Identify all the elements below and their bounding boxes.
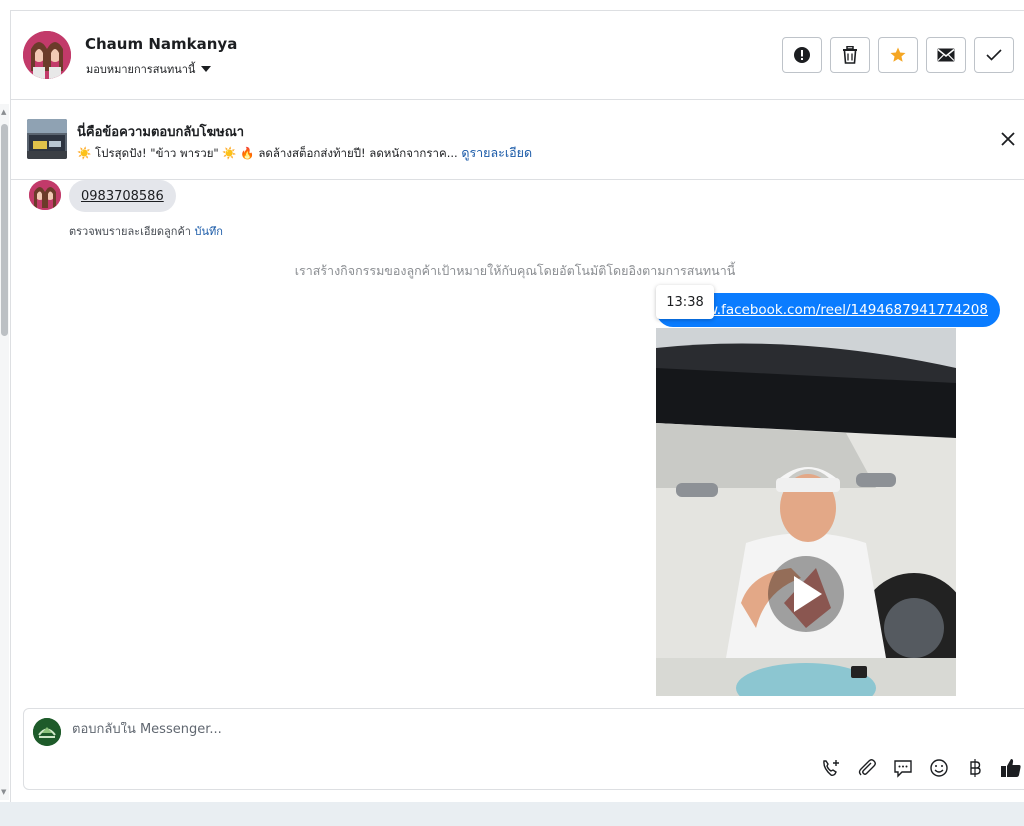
page-avatar bbox=[33, 718, 61, 746]
header-actions bbox=[782, 37, 1014, 73]
mark-unread-button[interactable] bbox=[926, 37, 966, 73]
banner-subtitle-text: ☀️ โปรสุดปัง! "ข้าว พารวย" ☀️ 🔥 ลดล้างสต… bbox=[77, 146, 458, 160]
reply-composer bbox=[23, 708, 1024, 790]
bottom-strip bbox=[0, 802, 1024, 826]
system-note: เราสร้างกิจกรรมของลูกค้าเป้าหมายให้กับคุ… bbox=[294, 263, 736, 278]
scroll-up-arrow[interactable]: ▲ bbox=[1, 108, 6, 116]
reel-link[interactable]: www.facebook.com/reel/1494687941774208 bbox=[685, 302, 988, 318]
scroll-down-arrow[interactable]: ▼ bbox=[1, 788, 6, 796]
thumbs-up-icon[interactable] bbox=[1000, 757, 1022, 779]
close-banner-button[interactable] bbox=[1000, 131, 1016, 147]
assign-label: มอบหมายการสนทนานี้ bbox=[86, 63, 196, 76]
trash-icon bbox=[843, 46, 857, 64]
banner-subtitle: ☀️ โปรสุดปัง! "ข้าว พารวย" ☀️ 🔥 ลดล้างสต… bbox=[77, 143, 532, 163]
timestamp-tooltip: 13:38 bbox=[656, 285, 714, 319]
chat-bubble-icon[interactable] bbox=[892, 757, 914, 779]
star-button[interactable] bbox=[878, 37, 918, 73]
customer-detail-note: ตรวจพบรายละเอียดลูกค้า บันทึก bbox=[69, 222, 223, 240]
video-attachment[interactable] bbox=[656, 328, 956, 696]
delete-button[interactable] bbox=[830, 37, 870, 73]
assign-dropdown[interactable]: มอบหมายการสนทนานี้ bbox=[86, 60, 212, 78]
checkmark-icon bbox=[986, 49, 1002, 61]
see-details-link[interactable]: ดูรายละเอียด bbox=[461, 145, 532, 160]
spam-button[interactable] bbox=[782, 37, 822, 73]
contact-name: Chaum Namkanya bbox=[85, 35, 238, 53]
close-icon bbox=[1001, 132, 1015, 146]
star-icon bbox=[890, 47, 906, 62]
banner-title: นี่คือข้อความตอบกลับโฆษณา bbox=[77, 125, 245, 140]
smile-icon[interactable] bbox=[928, 757, 950, 779]
envelope-icon bbox=[937, 48, 955, 62]
sender-avatar bbox=[29, 180, 61, 210]
composer-toolbar bbox=[820, 757, 1022, 779]
ad-reply-banner: นี่คือข้อความตอบกลับโฆษณา ☀️ โปรสุดปัง! … bbox=[11, 101, 1024, 180]
detect-note-text: ตรวจพบรายละเอียดลูกค้า bbox=[69, 225, 191, 238]
reply-input[interactable] bbox=[72, 722, 772, 737]
chevron-down-icon bbox=[201, 66, 212, 72]
conversation-header: Chaum Namkanya มอบหมายการสนทนานี้ bbox=[11, 11, 1024, 100]
save-details-link[interactable]: บันทึก bbox=[194, 225, 222, 238]
exclamation-circle-icon bbox=[794, 47, 810, 63]
ad-thumbnail bbox=[27, 119, 67, 159]
phone-plus-icon[interactable] bbox=[820, 757, 842, 779]
phone-number-message[interactable]: 0983708586 bbox=[69, 180, 176, 212]
scrollbar-thumb[interactable] bbox=[1, 124, 8, 336]
paperclip-icon[interactable] bbox=[856, 757, 878, 779]
baht-icon[interactable] bbox=[964, 757, 986, 779]
done-button[interactable] bbox=[974, 37, 1014, 73]
contact-avatar[interactable] bbox=[23, 31, 71, 79]
